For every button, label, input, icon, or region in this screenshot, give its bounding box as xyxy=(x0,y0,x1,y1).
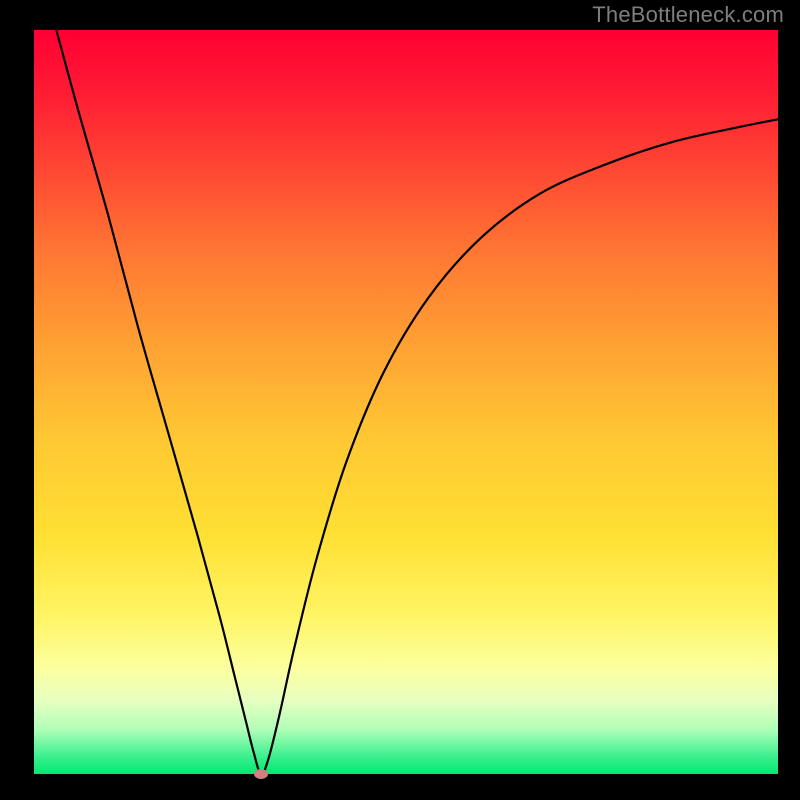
gradient-background xyxy=(34,30,778,774)
chart-container: TheBottleneck.com xyxy=(0,0,800,800)
plot-area xyxy=(34,30,778,774)
minimum-marker xyxy=(254,769,268,779)
plot-svg xyxy=(34,30,778,774)
watermark-text: TheBottleneck.com xyxy=(592,2,784,28)
